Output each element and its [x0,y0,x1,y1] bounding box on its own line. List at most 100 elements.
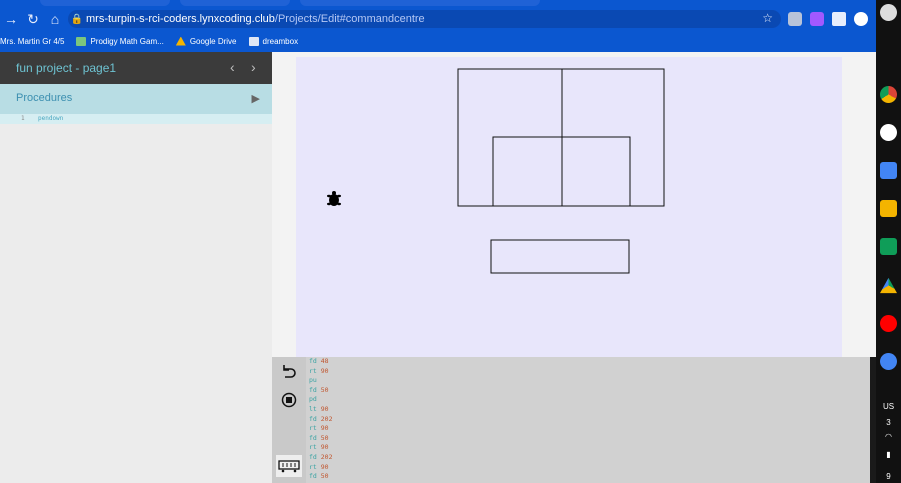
command-word: lt [309,404,317,413]
shelf-profile-icon[interactable] [880,4,897,21]
drive-icon [175,36,186,46]
os-shelf: US 3 ◠ ▮ 9 [876,0,901,483]
command-line[interactable]: fd 202 [309,453,333,463]
command-centre-toolbar [272,357,306,483]
command-argument: 50 [320,385,329,394]
command-word: rt [309,424,317,433]
procedures-editor-line[interactable]: 1 pendown [0,114,272,124]
classroom-icon[interactable] [880,238,897,255]
command-word: rt [309,462,317,471]
command-line[interactable]: rt 90 [309,443,333,453]
bookmark-label: Mrs. Martin Gr 4/5 [0,36,65,46]
command-argument: 202 [320,452,333,461]
turtle-canvas[interactable] [296,57,842,357]
command-line[interactable]: fd 50 [309,386,333,396]
procedure-code[interactable]: pendown [38,115,63,122]
reload-icon[interactable]: ↻ [22,8,44,30]
wifi-icon[interactable]: ◠ [876,432,901,441]
command-line[interactable]: rt 90 [309,367,333,377]
profile-avatar[interactable] [854,12,868,26]
command-line[interactable]: pd [309,395,333,405]
files-icon[interactable] [880,353,897,370]
project-title: fun project - page1 [16,61,117,75]
command-word: fd [309,433,317,442]
browser-tab-active[interactable] [300,0,540,6]
youtube-icon[interactable] [880,315,897,332]
command-word: fd [309,357,317,365]
expand-arrow-icon[interactable]: ▶ [252,92,260,105]
command-argument: 50 [320,433,329,442]
command-line[interactable]: pu [309,376,333,386]
extension-icon[interactable] [788,12,802,26]
command-word: rt [309,443,317,452]
command-word: fd [309,452,317,461]
command-line[interactable]: fd 202 [309,415,333,425]
chrome-icon[interactable] [880,86,897,103]
browser-tab[interactable] [180,0,290,6]
prodigy-icon [76,36,87,46]
bookmark-star-icon[interactable]: ☆ [762,11,773,25]
bookmark-label: Google Drive [189,36,237,46]
stop-icon[interactable] [278,389,300,411]
browser-tab[interactable] [40,0,170,6]
prev-page-button[interactable]: ‹ [230,59,235,75]
turtle-icon[interactable] [326,190,342,208]
puzzle-icon[interactable] [832,12,846,26]
command-argument: 90 [320,404,329,413]
bookmark-item[interactable]: Google Drive [175,36,237,46]
keyboard-icon[interactable] [276,455,302,477]
command-line[interactable]: fd 48 [309,357,333,367]
drive-icon[interactable] [880,277,897,294]
drawn-square-inner-right [561,136,631,207]
locale-indicator[interactable]: US [876,402,901,411]
slides-icon[interactable] [880,200,897,217]
address-bar-row: → ↻ ⌂ 🔒 mrs-turpin-s-rci-coders.lynxcodi… [0,8,876,30]
command-argument: 90 [320,443,329,452]
command-line[interactable]: lt 90 [309,405,333,415]
notification-badge[interactable]: 3 [876,418,901,427]
procedures-label: Procedures [16,92,73,104]
command-word: rt [309,366,317,375]
bookmark-item[interactable]: Prodigy Math Gam... [76,36,164,46]
battery-level: 9 [886,472,891,481]
command-line[interactable]: fd 50 [309,472,333,482]
url-bar[interactable]: 🔒 mrs-turpin-s-rci-coders.lynxcoding.clu… [68,10,781,28]
next-page-button[interactable]: › [251,59,256,75]
screen: → ↻ ⌂ 🔒 mrs-turpin-s-rci-coders.lynxcodi… [0,0,901,483]
line-number: 1 [21,115,25,122]
command-line[interactable]: fd 50 [309,434,333,444]
command-argument: 90 [320,424,329,433]
project-header: fun project - page1 ‹ › [0,52,272,84]
command-word: fd [309,472,317,481]
home-icon[interactable]: ⌂ [44,8,66,30]
url-path: /Projects/Edit#commandcentre [274,13,425,25]
lock-icon: 🔒 [70,13,84,25]
bookmark-item[interactable]: Mrs. Martin Gr 4/5 [0,37,64,46]
command-line[interactable]: rt 90 [309,463,333,473]
docs-icon[interactable] [880,162,897,179]
command-centre-text[interactable]: fd 48 rt 90 pu fd 50 pd lt 90 fd 202 rt 90 fd 50… [309,357,333,482]
canvas-area [272,52,876,357]
procedures-bar[interactable]: Procedures ▶ [0,84,272,114]
command-line[interactable]: rt 90 [309,424,333,434]
command-word: fd [309,414,317,423]
drawn-square-inner-left [492,136,563,207]
command-argument: 202 [320,414,333,423]
left-panel: fun project - page1 ‹ › Procedures ▶ 1 p… [0,52,272,483]
battery-icon[interactable]: ▮ [876,450,901,459]
forward-arrow-icon[interactable]: → [0,8,22,30]
url-text: mrs-turpin-s-rci-coders.lynxcoding.club/… [86,13,425,25]
extension-icon[interactable] [810,12,824,26]
bookmark-item[interactable]: dreambox [248,36,299,46]
drawn-rect-bottom [490,239,630,274]
command-word: pd [309,395,317,404]
gmail-icon[interactable] [880,124,897,141]
undo-icon[interactable] [278,361,300,383]
command-argument: 50 [320,472,329,481]
tab-strip [0,0,876,8]
bookmark-label: dreambox [262,36,299,46]
command-argument: 90 [320,366,329,375]
command-word: fd [309,385,317,394]
bookmarks-bar: Mrs. Martin Gr 4/5 Prodigy Math Gam... G… [0,30,876,52]
drawing-lines [457,68,665,274]
